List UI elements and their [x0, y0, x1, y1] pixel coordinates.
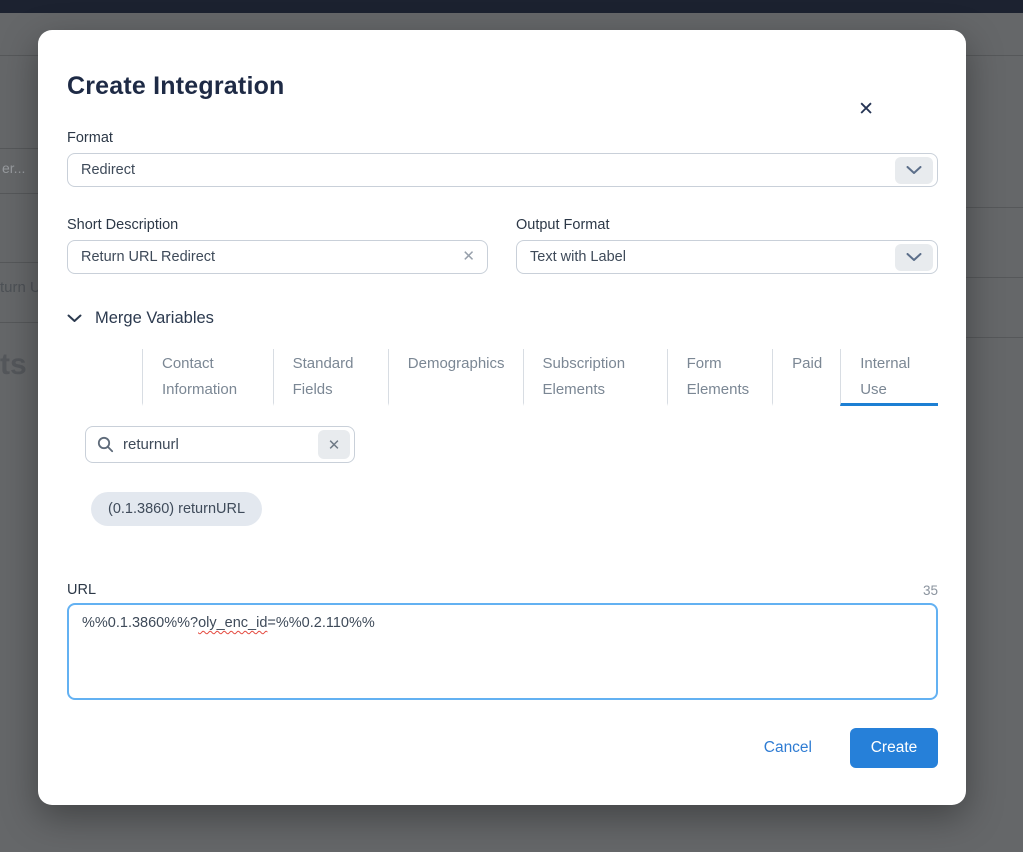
- url-text-before: %%0.1.3860%%?: [82, 615, 199, 631]
- cancel-button[interactable]: Cancel: [764, 739, 812, 757]
- chevron-down-icon: [67, 310, 82, 328]
- create-integration-dialog: ✕ Create Integration Format Redirect Sho…: [38, 30, 966, 805]
- merge-variable-search-input[interactable]: [85, 426, 355, 463]
- tab-subscription-elements[interactable]: Subscription Elements: [522, 349, 667, 406]
- background-filter-fragment: er...: [2, 160, 26, 176]
- url-text-misspelled: oly_enc_id: [198, 615, 268, 631]
- url-char-counter: 35: [922, 583, 938, 598]
- tab-contact-information[interactable]: Contact Information: [142, 349, 273, 406]
- tab-internal-use[interactable]: Internal Use: [840, 349, 938, 406]
- create-button[interactable]: Create: [850, 728, 938, 768]
- background-divider: [0, 193, 38, 194]
- format-label: Format: [67, 130, 113, 146]
- background-top-bar: [0, 0, 1023, 13]
- background-divider: [966, 337, 1023, 338]
- background-divider: [0, 262, 38, 263]
- background-divider: [0, 148, 38, 149]
- url-label: URL: [67, 582, 97, 598]
- short-description-label: Short Description: [67, 217, 179, 233]
- tab-demographics[interactable]: Demographics: [387, 349, 523, 406]
- output-format-label: Output Format: [516, 217, 610, 233]
- output-format-select[interactable]: Text with Label: [516, 240, 938, 274]
- merge-variables-label: Merge Variables: [95, 309, 214, 327]
- background-divider: [966, 277, 1023, 278]
- format-dropdown-button[interactable]: [895, 157, 933, 184]
- dialog-title: Create Integration: [67, 72, 285, 100]
- background-heading-fragment: ts: [0, 348, 27, 381]
- tab-form-elements[interactable]: Form Elements: [666, 349, 773, 406]
- clear-search-icon[interactable]: ✕: [318, 430, 350, 459]
- background-divider: [0, 322, 38, 323]
- format-selected-value: Redirect: [81, 162, 135, 178]
- chevron-down-icon: [906, 250, 922, 265]
- chevron-down-icon: [906, 163, 922, 178]
- close-icon[interactable]: ✕: [858, 100, 874, 119]
- merge-variable-chip[interactable]: (0.1.3860) returnURL: [91, 492, 263, 526]
- tab-standard-fields[interactable]: Standard Fields: [272, 349, 388, 406]
- short-description-input[interactable]: [67, 240, 488, 274]
- tab-paid[interactable]: Paid: [772, 349, 840, 406]
- output-format-dropdown-button[interactable]: [895, 244, 933, 271]
- merge-variables-toggle[interactable]: Merge Variables: [67, 309, 938, 328]
- search-icon: [97, 436, 114, 458]
- format-select[interactable]: Redirect: [67, 153, 938, 187]
- clear-short-description-icon[interactable]: ✕: [462, 248, 475, 266]
- url-text-after: =%%0.2.110%%: [267, 615, 375, 631]
- output-format-selected-value: Text with Label: [530, 249, 626, 265]
- merge-variables-tab-bar: Contact Information Standard Fields Demo…: [142, 349, 938, 406]
- url-textarea[interactable]: %%0.1.3860%%?oly_enc_id=%%0.2.110%%: [67, 603, 938, 700]
- background-divider: [966, 207, 1023, 208]
- background-link-fragment: turn U: [0, 279, 41, 296]
